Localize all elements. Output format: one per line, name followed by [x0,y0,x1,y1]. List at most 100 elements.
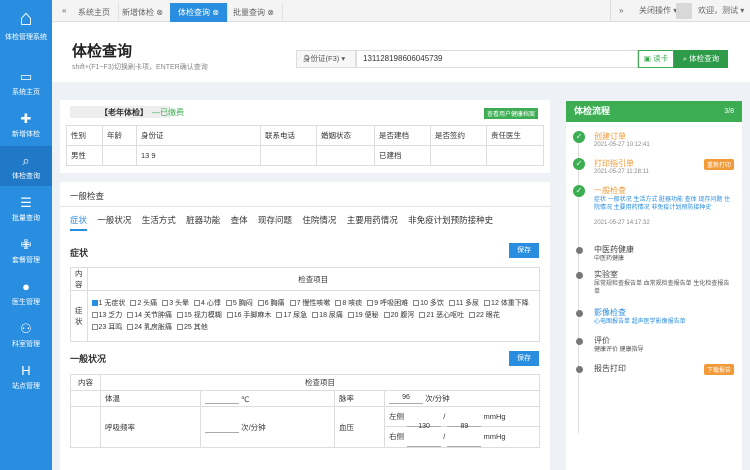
symptom-checkbox[interactable]: 20 腹泻 [383,310,414,322]
checkbox-icon [413,300,420,307]
tabs-scroll-right-icon[interactable]: » [610,0,631,22]
divider [60,206,550,207]
checkbox-icon [225,300,232,307]
view-health-record-button[interactable]: 查看用户健康档案 [484,108,539,119]
symptom-table: 内容 检查项目 症状 1 无症状 2 头痛 3 头晕 4 心悸 5 胸闷 6 胸痛 7 慢性咳… [70,267,540,342]
sidebar-item-site[interactable]: H 站点管理 [0,356,52,396]
symptom-checkbox[interactable]: 4 心悸 [194,298,221,310]
symptom-checkbox[interactable]: 11 多尿 [448,298,479,310]
avatar[interactable] [676,3,692,19]
sidebar-item-package[interactable]: ✙ 套餐管理 [0,230,52,270]
close-operations-dropdown[interactable]: 关闭操作 ▾ [639,0,677,22]
database-icon: ☰ [20,195,32,210]
close-icon[interactable]: ⊗ [156,8,163,17]
tab-medication[interactable]: 主要用药情况 [347,215,398,225]
symptom-checkboxes: 1 无症状 2 头痛 3 头晕 4 心悸 5 胸闷 6 胸痛 7 慢性咳嗽 8 咳痰 9 呼吸困… [86,290,540,342]
sidebar-item-exam-query[interactable]: ⌕ 体检查询 [0,146,52,186]
close-icon[interactable]: ⊗ [267,8,274,17]
sidebar-item-doctor[interactable]: ● 医生管理 [0,272,52,312]
symptom-checkbox[interactable]: 14 关节肿痛 [127,310,172,322]
checkbox-icon [226,312,233,319]
checkbox-icon [312,312,319,319]
tab-symptom[interactable]: 症状 [70,215,88,231]
id-type-select[interactable]: 身份证(F3) ▾ [296,50,356,68]
patient-table: 性别 年龄 身份证 联系电话 婚姻状态 是否建档 是否签约 责任医生 男性 13… [66,125,544,166]
respiration-input[interactable] [205,423,239,433]
user-menu[interactable]: 欢迎，测试 ▾ [698,0,744,22]
save-general-button[interactable]: 保存 [509,351,539,366]
symptom-checkbox[interactable]: 5 胸闷 [225,298,253,310]
flow-action-button[interactable]: 下载报告 [703,364,734,375]
symptom-checkbox[interactable]: 6 胸痛 [257,298,285,310]
medkit-icon: ✙ [20,237,32,252]
symptom-checkbox[interactable]: 19 便秘 [347,310,379,322]
symptom-checkbox[interactable]: 18 尿痛 [312,310,343,322]
tab-physical[interactable]: 查体 [231,215,248,225]
symptom-checkbox[interactable]: 12 体重下降 [484,298,529,310]
symptom-checkbox[interactable]: 2 头痛 [130,298,157,310]
bp-right-diastolic-input[interactable] [447,437,482,447]
sidebar-item-batch-query[interactable]: ☰ 批量查询 [0,188,52,228]
exam-query-button[interactable]: ⌕ 体检查询 [674,50,728,68]
temperature-input[interactable] [205,394,239,404]
card-icon: ▣ [643,54,651,63]
page-title: 体检查询 [72,43,133,60]
symptom-checkbox[interactable]: 25 其他 [176,322,208,334]
checkbox-icon [91,312,98,319]
home-icon: ⌂ [19,5,33,30]
hospital-icon: H [21,363,31,378]
sidebar-item-department[interactable]: ⚇ 科室管理 [0,314,52,354]
bp-right-systolic-input[interactable] [407,437,442,447]
symptom-checkbox[interactable]: 24 乳房胀痛 [127,322,172,334]
sidebar-item-new-exam[interactable]: ✚ 新增体检 [0,104,52,144]
symptom-checkbox[interactable]: 10 多饮 [413,298,444,310]
timeline-line [578,133,579,433]
symptom-checkbox[interactable]: 1 无症状 [91,298,125,310]
tab-organ[interactable]: 脏器功能 [186,215,220,225]
flow-header: 体检流程 3/8 [566,101,742,122]
symptom-checkbox[interactable]: 7 慢性咳嗽 [289,298,330,310]
symptom-checkbox[interactable]: 13 乏力 [91,310,122,322]
close-icon[interactable]: ⊗ [212,8,219,17]
checkbox-icon [91,324,98,331]
search-icon: ⌕ [22,153,30,168]
tab-home[interactable]: 系统主页 [70,3,119,22]
tab-lifestyle[interactable]: 生活方式 [142,215,176,225]
pulse-input[interactable]: 96 [389,394,423,404]
checkbox-icon [176,324,183,331]
section-title: 一般检查 [70,191,105,201]
symptom-checkbox[interactable]: 3 头晕 [162,298,189,310]
checkbox-icon [257,300,264,307]
user-icon: ● [22,279,30,294]
symptom-checkbox[interactable]: 8 咳痰 [335,298,362,310]
tab-general[interactable]: 一般状况 [97,215,131,225]
tab-problems[interactable]: 现存问题 [258,215,292,225]
symptom-checkbox[interactable]: 15 视力模糊 [176,310,222,322]
checkbox-icon [469,312,476,319]
symptom-checkbox[interactable]: 21 恶心呕吐 [419,310,464,322]
tab-vaccination[interactable]: 非免疫计划预防接种史 [408,215,493,225]
bp-left-systolic-input[interactable]: 130 [407,417,442,430]
pending-dot-icon [576,366,583,373]
tab-exam-query[interactable]: 体检查询 ⊗ [170,3,228,22]
symptom-checkbox[interactable]: 17 尿急 [276,310,307,322]
exam-type: 【老年体检】 [100,108,148,117]
symptom-checkbox[interactable]: 22 眼花 [469,310,500,322]
read-card-button[interactable]: ▣ 读卡 [638,50,674,68]
pending-dot-icon [576,338,583,345]
bp-left-diastolic-input[interactable]: 89 [447,417,482,430]
flow-action-button[interactable]: 重新打印 [703,159,734,170]
symptom-checkbox[interactable]: 9 呼吸困难 [367,298,408,310]
save-symptom-button[interactable]: 保存 [509,243,539,258]
tab-hospital[interactable]: 住院情况 [302,215,336,225]
sidebar-item-home[interactable]: ▭ 系统主页 [0,62,52,102]
symptom-checkbox[interactable]: 23 耳鸣 [91,322,122,334]
exam-tabs: 症状 一般状况 生活方式 脏器功能 查体 现存问题 住院情况 主要用药情况 非免… [70,214,493,231]
tab-new-exam[interactable]: 新增体检 ⊗ [114,3,172,22]
tab-batch-query[interactable]: 批量查询 ⊗ [225,3,283,22]
checkbox-icon [127,324,134,331]
app-logo[interactable]: ⌂ 体检管理系统 [0,0,52,52]
symptom-checkbox[interactable]: 16 手脚麻木 [226,310,271,322]
checkbox-icon [194,300,201,307]
id-number-input[interactable]: 131128198606045739 [356,50,638,68]
